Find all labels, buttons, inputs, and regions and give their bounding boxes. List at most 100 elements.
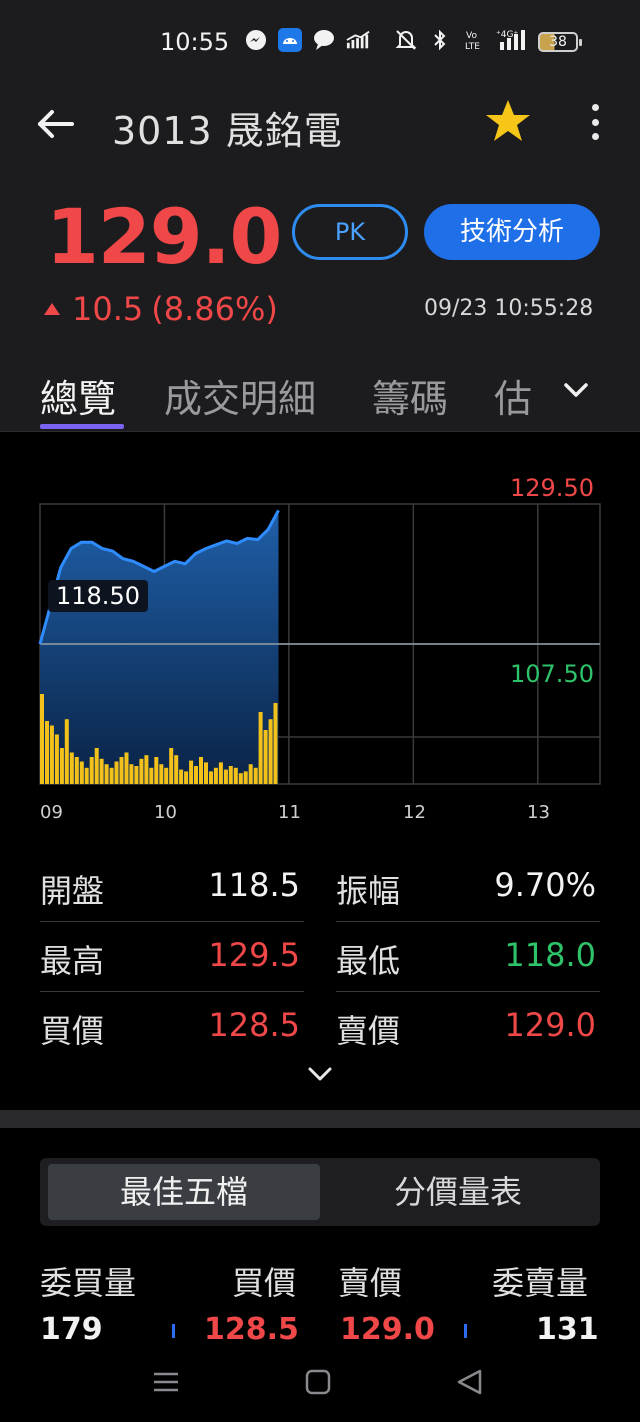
tabs-more-button[interactable] bbox=[560, 374, 592, 406]
volume-bar bbox=[273, 703, 278, 784]
volume-bar bbox=[189, 760, 194, 784]
back-button[interactable] bbox=[34, 102, 78, 146]
tab-price-volume[interactable]: 分價量表 bbox=[324, 1164, 592, 1220]
chat-icon bbox=[312, 28, 336, 52]
stat-amplitude: 振幅 9.70% bbox=[336, 852, 600, 922]
status-time: 10:55 bbox=[160, 28, 230, 56]
more-vertical-icon bbox=[591, 104, 599, 111]
volume-bar bbox=[169, 748, 174, 784]
volume-bar bbox=[209, 771, 213, 784]
tab-valuation[interactable]: 估 bbox=[494, 368, 532, 423]
volume-bar bbox=[104, 764, 109, 784]
volume-bar bbox=[45, 721, 49, 784]
volume-bar bbox=[179, 769, 184, 784]
orderbook-segmented-control: 最佳五檔 分價量表 bbox=[40, 1158, 600, 1226]
x-tick-label: 09 bbox=[40, 802, 63, 823]
tab-chips[interactable]: 籌碼 bbox=[372, 368, 448, 423]
quote-timestamp: 09/23 10:55:28 bbox=[424, 296, 594, 321]
battery-icon: 38 bbox=[538, 32, 582, 52]
messenger-icon bbox=[244, 28, 268, 52]
stat-label: 最高 bbox=[40, 942, 105, 980]
battery-level: 38 bbox=[549, 34, 567, 50]
tab-trade-details[interactable]: 成交明細 bbox=[164, 368, 316, 423]
up-triangle-icon bbox=[44, 303, 60, 315]
volume-bar bbox=[184, 771, 189, 784]
stat-ask: 賣價 129.0 bbox=[336, 992, 600, 1062]
row-bid-volume: 179 bbox=[40, 1312, 103, 1342]
app-header: 3013 晟銘電 bbox=[0, 84, 640, 164]
volume-bar bbox=[194, 766, 198, 784]
stat-low: 最低 118.0 bbox=[336, 922, 600, 992]
tab-bar: 總覽 成交明細 籌碼 估 bbox=[0, 344, 640, 432]
bluetooth-icon bbox=[428, 28, 452, 52]
price-change: 10.5 (8.86%) bbox=[44, 290, 278, 328]
volume-bar bbox=[74, 757, 79, 784]
y-label-low: 107.50 bbox=[510, 660, 594, 688]
volume-bar bbox=[129, 764, 134, 784]
page-title: 3013 晟銘電 bbox=[112, 109, 343, 153]
expand-stats-button[interactable] bbox=[306, 1060, 334, 1088]
volume-bar bbox=[149, 767, 154, 784]
volume-bar bbox=[59, 748, 64, 784]
stat-high: 最高 129.5 bbox=[40, 922, 304, 992]
volume-bar bbox=[233, 767, 238, 784]
volume-bar bbox=[213, 767, 218, 784]
volume-bar bbox=[79, 761, 84, 784]
pk-button[interactable]: PK bbox=[292, 204, 408, 260]
chevron-down-icon bbox=[308, 1067, 332, 1081]
svg-text:LTE: LTE bbox=[465, 42, 480, 52]
volume-bar bbox=[40, 694, 44, 784]
tab-overview[interactable]: 總覽 bbox=[40, 368, 116, 423]
x-tick-label: 11 bbox=[278, 802, 301, 823]
technical-analysis-button[interactable]: 技術分析 bbox=[424, 204, 600, 260]
home-button[interactable] bbox=[302, 1366, 334, 1398]
bid-volume-bar bbox=[172, 1324, 175, 1338]
back-nav-button[interactable] bbox=[454, 1366, 486, 1398]
stat-label: 振幅 bbox=[336, 872, 401, 910]
volume-bar bbox=[94, 748, 99, 784]
volume-bar bbox=[228, 766, 233, 784]
stat-label: 最低 bbox=[336, 942, 401, 980]
y-label-high: 129.50 bbox=[510, 474, 594, 502]
system-nav-bar bbox=[0, 1342, 640, 1422]
volume-bar bbox=[238, 773, 243, 784]
mute-icon bbox=[394, 28, 418, 52]
volume-bar bbox=[258, 712, 263, 784]
recent-apps-button[interactable] bbox=[150, 1366, 182, 1398]
volume-bar bbox=[134, 766, 139, 784]
volume-bar bbox=[223, 769, 228, 784]
stat-value: 118.0 bbox=[504, 936, 596, 974]
volume-bar bbox=[64, 719, 69, 784]
volume-bar bbox=[109, 767, 114, 784]
stat-bid: 買價 128.5 bbox=[40, 992, 304, 1062]
star-icon bbox=[486, 100, 530, 141]
volume-bar bbox=[99, 758, 104, 784]
stat-value: 128.5 bbox=[208, 1006, 300, 1044]
volume-bar bbox=[84, 767, 89, 784]
row-bid-price[interactable]: 128.5 bbox=[204, 1312, 299, 1342]
volume-bar bbox=[159, 764, 164, 784]
volume-bar bbox=[243, 771, 248, 784]
4g-signal-icon: ⁺4G⁺ bbox=[496, 28, 534, 52]
tab-best-five[interactable]: 最佳五檔 bbox=[48, 1164, 320, 1220]
svg-text:Vo: Vo bbox=[466, 31, 477, 41]
more-options-button[interactable] bbox=[580, 100, 610, 144]
volume-bar bbox=[139, 758, 144, 784]
row-ask-price[interactable]: 129.0 bbox=[340, 1312, 435, 1342]
stat-open: 開盤 118.5 bbox=[40, 852, 304, 922]
favorite-button[interactable] bbox=[482, 96, 534, 148]
signal-chart-icon bbox=[346, 28, 370, 52]
change-percent: (8.86%) bbox=[151, 290, 278, 328]
order-book: 最佳五檔 分價量表 委買量 買價 賣價 委賣量 179 128.5 129.0 … bbox=[0, 1128, 640, 1342]
volume-bar bbox=[218, 762, 223, 784]
volume-bar bbox=[248, 764, 253, 784]
volume-bar bbox=[49, 725, 54, 784]
volte-icon: Vo LTE bbox=[462, 28, 486, 52]
volume-bar bbox=[263, 730, 268, 784]
volume-bar bbox=[164, 767, 169, 784]
stat-label: 買價 bbox=[40, 1012, 105, 1050]
volume-bar bbox=[69, 752, 74, 784]
triangle-back-icon bbox=[457, 1369, 482, 1395]
price-area bbox=[40, 510, 279, 784]
row-ask-volume: 131 bbox=[536, 1312, 599, 1342]
